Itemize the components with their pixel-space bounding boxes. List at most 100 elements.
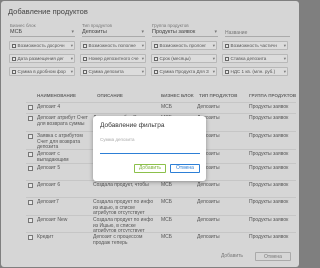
business-block-select[interactable]: МСБ ▾ (10, 28, 75, 37)
chevron-down-icon: ▾ (141, 29, 144, 35)
chevron-down-icon: ▾ (70, 69, 73, 74)
row-business-block: МСБ (161, 234, 173, 240)
chevron-down-icon: ▾ (71, 29, 74, 35)
attribute-checkbox-label: Срок (месяцы) (159, 56, 191, 61)
attribute-checkbox-label: Номер депозитного сче (88, 56, 139, 61)
checkbox-icon (154, 69, 158, 74)
deposit-amount-label: Сумма депозита (100, 137, 135, 142)
attribute-checkbox[interactable]: Срок (месяцы) ▾ (151, 54, 217, 63)
attribute-checkbox[interactable]: Возможность досрочн ▾ (9, 41, 75, 50)
checkbox-icon (154, 43, 158, 48)
row-checkbox[interactable] (28, 105, 33, 110)
row-business-block: МСБ (161, 104, 173, 110)
row-divider (26, 113, 296, 114)
checkbox-icon (83, 56, 87, 61)
row-business-block: МСБ (161, 217, 173, 223)
chevron-down-icon: ▾ (141, 56, 144, 61)
add-products-button[interactable]: Добавить (213, 252, 251, 261)
column-header-description: ОПИСАНИЕ (97, 93, 123, 98)
column-header-name: НАИМЕНОВАНИЕ (37, 93, 76, 98)
row-description: Создала продукт, чтобы (93, 182, 149, 188)
attribute-checkbox-label: Возможность досрочн (17, 43, 65, 48)
row-divider (26, 215, 296, 216)
chevron-down-icon: ▾ (141, 69, 144, 74)
row-product-group: Продукты заявок (249, 234, 289, 240)
attribute-checkbox-label: Возможность частичн (230, 43, 277, 48)
attribute-checkbox[interactable]: Возможность частичн ▾ (222, 41, 288, 50)
attribute-checkbox[interactable]: Дата размещения дег ▾ (9, 54, 75, 63)
attribute-checkbox-label: Сумма в дробном фор (17, 69, 66, 74)
checkbox-icon (225, 69, 229, 74)
attribute-checkbox[interactable]: Сумма Продукта Для З ▾ (151, 67, 217, 76)
cancel-button[interactable]: Отмена (255, 252, 291, 261)
row-name: Депозит 6 (37, 182, 61, 188)
row-checkbox[interactable] (28, 116, 33, 121)
row-product-type: Депозиты (197, 217, 220, 223)
row-description: Депозит с процессом продаж теперь (93, 234, 143, 246)
row-product-type: Депозиты (197, 104, 220, 110)
modal-cancel-button[interactable]: Отмена (170, 164, 200, 173)
row-name: Депозит 5 (37, 165, 61, 171)
row-divider (26, 102, 296, 103)
chevron-down-icon: ▾ (212, 43, 215, 48)
column-header-business-block: БИЗНЕС БЛОК (161, 93, 194, 98)
checkbox-icon (154, 56, 158, 61)
business-block-value: МСБ (10, 29, 23, 35)
chevron-down-icon: ▾ (283, 56, 286, 61)
attribute-checkbox[interactable]: Номер депозитного сче ▾ (80, 54, 146, 63)
row-product-group: Продукты заявок (249, 217, 289, 223)
name-filter-input[interactable] (225, 28, 290, 37)
chevron-down-icon: ▾ (212, 69, 215, 74)
product-type-select[interactable]: Депозиты ▾ (82, 28, 145, 37)
row-checkbox[interactable] (28, 152, 33, 157)
checkbox-icon (12, 56, 16, 61)
row-name: Депозит атрибут Счет для возврата суммы (37, 115, 88, 127)
row-checkbox[interactable] (28, 218, 33, 223)
row-product-group: Продукты заявок (249, 165, 289, 171)
row-divider (26, 232, 296, 233)
row-name: Депозит 4 (37, 104, 61, 110)
chevron-down-icon: ▾ (212, 56, 215, 61)
row-product-group: Продукты заявок (249, 182, 289, 188)
row-business-block: МСБ (161, 199, 173, 205)
row-checkbox[interactable] (28, 134, 33, 139)
add-filter-modal: Добавление фильтра Сумма депозита Добави… (93, 116, 206, 181)
row-product-group: Продукты заявок (249, 115, 289, 121)
modal-add-button[interactable]: Добавить (134, 164, 166, 173)
attribute-checkbox[interactable]: Возможность пополне ▾ (80, 41, 146, 50)
attribute-checkbox[interactable]: Сумма в дробном фор ▾ (9, 67, 75, 76)
checkbox-icon (225, 56, 229, 61)
attribute-checkbox-label: Ставка депозита (230, 56, 267, 61)
attribute-checkbox-label: Возможность пополне (88, 43, 136, 48)
row-checkbox[interactable] (28, 235, 33, 240)
row-product-type: Депозиты (197, 182, 220, 188)
row-checkbox[interactable] (28, 183, 33, 188)
checkbox-icon (12, 43, 16, 48)
column-header-product-group: ГРУППА ПРОДУКТОВ (249, 93, 297, 98)
row-checkbox[interactable] (28, 166, 33, 171)
row-name: Депозит с выпадающим (37, 151, 69, 163)
row-business-block: МСБ (161, 182, 173, 188)
chevron-down-icon: ▾ (70, 56, 73, 61)
row-product-group: Продукты заявок (249, 104, 289, 110)
deposit-amount-input[interactable] (100, 144, 200, 154)
row-divider (26, 197, 296, 198)
product-type-value: Депозиты (82, 29, 107, 35)
attribute-checkbox[interactable]: Возможность пролонг ▾ (151, 41, 217, 50)
product-group-select[interactable]: Продукты заявок ▾ (152, 28, 218, 37)
checkbox-icon (225, 43, 229, 48)
chevron-down-icon: ▾ (214, 29, 217, 35)
attribute-checkbox[interactable]: Ставка депозита ▾ (222, 54, 288, 63)
product-group-value: Продукты заявок (152, 29, 196, 35)
checkbox-icon (83, 69, 87, 74)
attribute-checkbox[interactable]: Сумма депозита ▾ (80, 67, 146, 76)
chevron-down-icon: ▾ (70, 43, 73, 48)
row-product-group: Продукты заявок (249, 133, 289, 139)
attribute-checkbox-label: Сумма депозита (88, 69, 124, 74)
row-product-group: Продукты заявок (249, 199, 289, 205)
row-name: Кредит (37, 234, 54, 240)
chevron-down-icon: ▾ (141, 43, 144, 48)
attribute-checkbox[interactable]: НДС 1 кв. (млн. руб.) ▾ (222, 67, 288, 76)
row-name: Депозит New (37, 217, 68, 223)
row-checkbox[interactable] (28, 200, 33, 205)
